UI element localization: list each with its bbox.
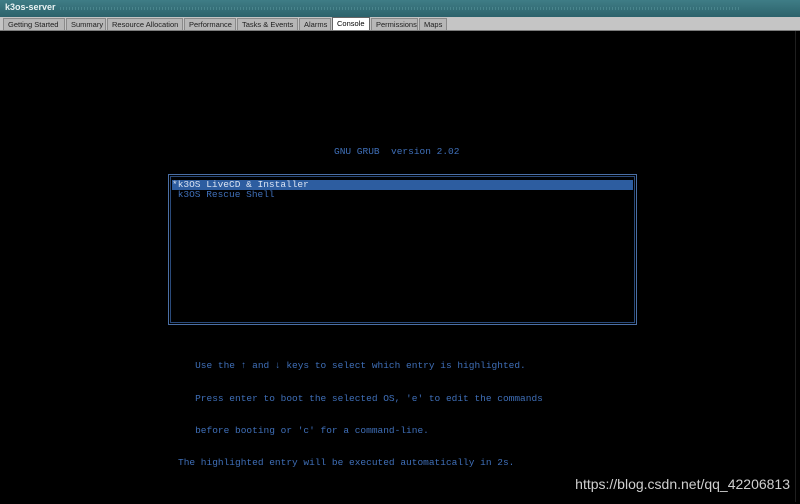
grub-menu-box: *k3OS LiveCD & Installer k3OS Rescue She… <box>168 174 637 325</box>
console-border <box>795 31 796 502</box>
tab-console[interactable]: Console <box>332 17 370 30</box>
title-bar-texture <box>60 7 740 10</box>
grub-help-text: Use the ↑ and ↓ keys to select which ent… <box>178 340 543 490</box>
tab-alarms[interactable]: Alarms <box>299 18 331 30</box>
window-title: k3os-server <box>5 2 56 12</box>
grub-entry-rescue-shell[interactable]: k3OS Rescue Shell <box>172 190 275 200</box>
vm-client-window: k3os-server Getting Started Summary Reso… <box>0 0 800 504</box>
tab-bar: Getting Started Summary Resource Allocat… <box>0 17 800 31</box>
tab-getting-started[interactable]: Getting Started <box>3 18 65 30</box>
help-line: before booting or 'c' for a command-line… <box>178 424 429 436</box>
tab-resource-allocation[interactable]: Resource Allocation <box>107 18 183 30</box>
help-line: Use the ↑ and ↓ keys to select which ent… <box>178 360 526 372</box>
tab-permissions[interactable]: Permissions <box>371 18 418 30</box>
help-line: Press enter to boot the selected OS, 'e'… <box>178 392 543 404</box>
watermark: https://blog.csdn.net/qq_42206813 <box>575 476 790 492</box>
tab-summary[interactable]: Summary <box>66 18 106 30</box>
tab-maps[interactable]: Maps <box>419 18 447 30</box>
grub-title: GNU GRUB version 2.02 <box>334 146 460 157</box>
help-line: The highlighted entry will be executed a… <box>178 456 515 468</box>
tab-performance[interactable]: Performance <box>184 18 236 30</box>
tab-tasks-events[interactable]: Tasks & Events <box>237 18 298 30</box>
title-bar: k3os-server <box>0 0 800 18</box>
